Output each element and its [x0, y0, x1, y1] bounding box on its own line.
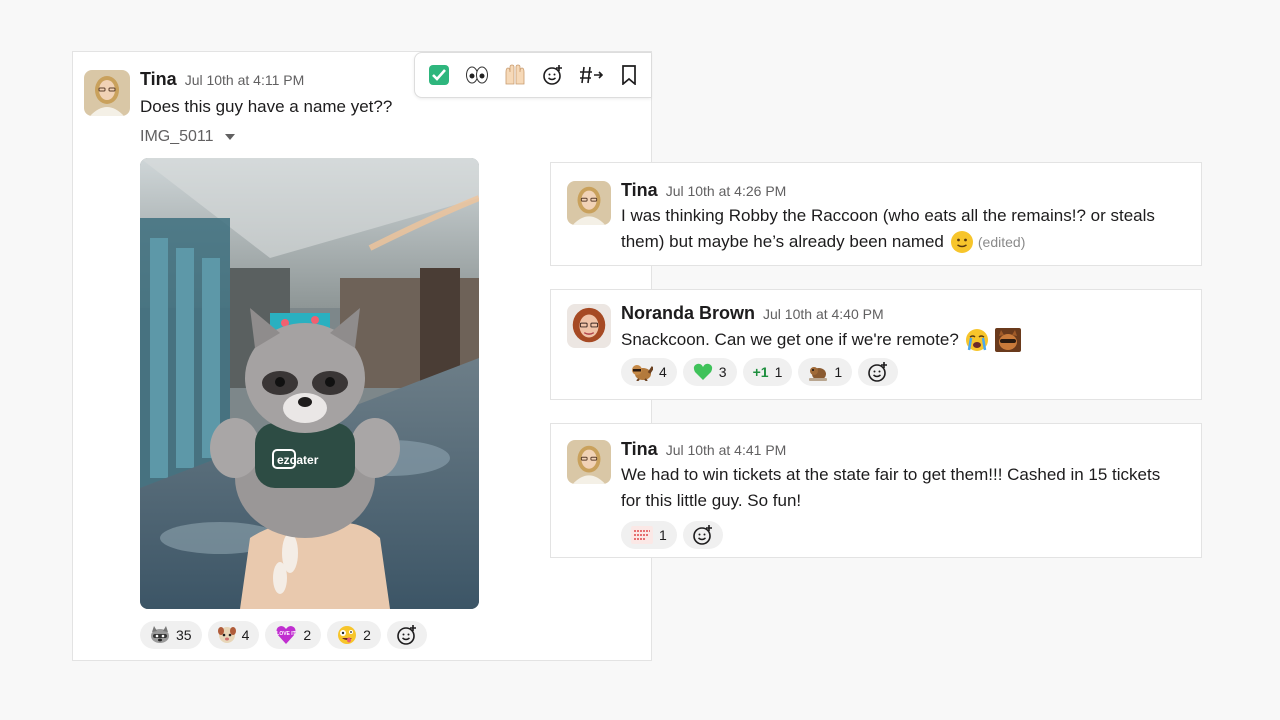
- dog-emoji-icon: [217, 626, 236, 644]
- message-text: Does this guy have a name yet??: [140, 97, 393, 116]
- reaction-count: 3: [718, 364, 727, 380]
- avatar-noranda[interactable]: [567, 304, 611, 348]
- file-name-row[interactable]: IMG_5011: [140, 128, 236, 146]
- timestamp[interactable]: Jul 10th at 4:41 PM: [666, 442, 787, 458]
- reaction-raccoon[interactable]: 35: [140, 621, 202, 649]
- love-it-label: LOVE IT: [277, 631, 296, 637]
- crazy-face-emoji-icon: [337, 625, 357, 645]
- reaction-count: 4: [241, 627, 250, 643]
- love-it-emoji-icon: LOVE IT: [275, 625, 297, 645]
- message-header: Noranda Brown Jul 10th at 4:40 PM: [621, 303, 884, 324]
- file-name: IMG_5011: [140, 128, 214, 145]
- eyes-icon[interactable]: [465, 63, 489, 87]
- add-reaction-icon: [692, 524, 714, 546]
- slightly-smiling-face-icon: [950, 230, 974, 254]
- reaction-love-it[interactable]: LOVE IT 2: [265, 621, 322, 649]
- reactions-bar: 35 4 LOVE IT 2 2: [140, 621, 427, 649]
- message-header: Tina Jul 10th at 4:26 PM: [621, 180, 786, 201]
- shirt-logo-text: ezcater: [277, 453, 319, 467]
- add-reaction-button[interactable]: [682, 521, 723, 549]
- bookmark-icon[interactable]: [617, 63, 641, 87]
- message-line-2: for this little guy. So fun!: [621, 491, 802, 510]
- reaction-count: 1: [774, 364, 783, 380]
- reaction-beaver[interactable]: 1: [798, 358, 853, 386]
- add-reaction-button[interactable]: [386, 621, 427, 649]
- reaction-raccoon-running[interactable]: 4: [621, 358, 677, 386]
- raccoon-photo-emoji-icon: [994, 328, 1021, 352]
- reactions-bar: 1: [621, 521, 723, 549]
- reaction-plus-one[interactable]: +1 1: [742, 358, 793, 386]
- avatar-tina[interactable]: [567, 181, 611, 225]
- message-actions-toolbar: [414, 52, 651, 98]
- message-text: I was thinking Robby the Raccoon (who ea…: [621, 203, 1199, 255]
- add-reaction-icon: [867, 361, 889, 383]
- loudly-crying-face-icon: [965, 328, 989, 352]
- reaction-count: 4: [659, 364, 667, 380]
- attached-photo[interactable]: ezcater: [140, 158, 479, 609]
- message-line: I was thinking Robby the Raccoon (who ea…: [621, 206, 1155, 225]
- message-text: We had to win tickets at the state fair …: [621, 462, 1199, 514]
- caret-down-icon[interactable]: [224, 128, 236, 146]
- edited-label: (edited): [977, 234, 1026, 250]
- author-name[interactable]: Tina: [621, 439, 658, 459]
- message-line: We had to win tickets at the state fair …: [621, 465, 1161, 484]
- raised-hands-icon[interactable]: [503, 63, 527, 87]
- message-line-text: them) but maybe he’s already been named: [621, 232, 944, 251]
- reaction-count: 35: [176, 627, 192, 643]
- beaver-emoji-icon: [808, 363, 828, 381]
- reaction-dog[interactable]: 4: [207, 621, 260, 649]
- check-mark-icon[interactable]: [427, 63, 451, 87]
- reaction-count: 2: [303, 627, 312, 643]
- reactions-bar: 4 3 +1 1 1: [621, 358, 899, 386]
- message-line-2: them) but maybe he’s already been named …: [621, 229, 1199, 255]
- avatar-tina[interactable]: [567, 440, 611, 484]
- text-sticker-emoji-icon: [631, 526, 653, 544]
- reaction-count: 1: [834, 364, 843, 380]
- share-channel-icon[interactable]: [579, 63, 603, 87]
- message-line-text: Snackcoon. Can we get one if we're remot…: [621, 330, 959, 349]
- raccoon-running-emoji-icon: [631, 363, 653, 381]
- author-name[interactable]: Tina: [621, 180, 658, 200]
- add-reaction-icon[interactable]: [541, 63, 565, 87]
- author-name[interactable]: Tina: [140, 69, 177, 89]
- message-text: Snackcoon. Can we get one if we're remot…: [621, 327, 1021, 353]
- reaction-green-heart[interactable]: 3: [682, 358, 737, 386]
- add-reaction-button[interactable]: [858, 358, 899, 386]
- reaction-text-sticker[interactable]: 1: [621, 521, 677, 549]
- reaction-count: 2: [363, 627, 371, 643]
- green-heart-emoji-icon: [693, 363, 713, 381]
- timestamp[interactable]: Jul 10th at 4:11 PM: [185, 72, 305, 88]
- raccoon-emoji-icon: [150, 626, 170, 644]
- message-header: Tina Jul 10th at 4:41 PM: [621, 439, 786, 460]
- reaction-crazy-face[interactable]: 2: [327, 621, 381, 649]
- timestamp[interactable]: Jul 10th at 4:40 PM: [763, 306, 884, 322]
- author-name[interactable]: Noranda Brown: [621, 303, 755, 323]
- plus-one-emoji-icon: +1: [752, 364, 769, 380]
- add-reaction-icon: [396, 624, 418, 646]
- timestamp[interactable]: Jul 10th at 4:26 PM: [666, 183, 787, 199]
- reaction-count: 1: [659, 527, 667, 543]
- avatar-tina[interactable]: [84, 70, 130, 116]
- message-header: Tina Jul 10th at 4:11 PM: [140, 69, 304, 90]
